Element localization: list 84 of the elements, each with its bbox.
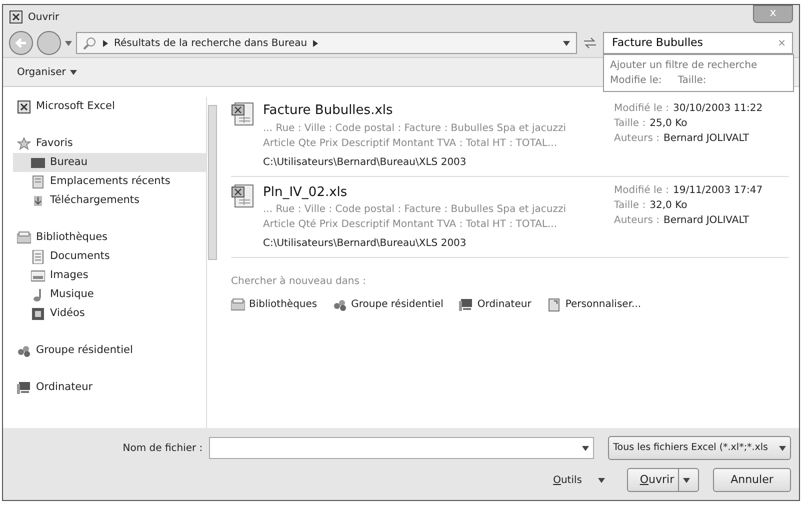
- organize-menu[interactable]: Organiser: [17, 64, 77, 80]
- meta-value: 19/11/2003 17:47: [672, 184, 763, 198]
- filetype-dropdown[interactable]: Tous les fichiers Excel (*.xl*;*.xls: [608, 436, 791, 460]
- snippet-text: ... Rue : Ville : Code postal : Facture : Bubulles Spa et jacuzzi: [263, 203, 566, 217]
- excel-icon: [9, 10, 23, 24]
- breadcrumb[interactable]: Résultats de la recherche dans Bureau: [114, 36, 308, 50]
- window-title: Ouvrir: [28, 10, 60, 24]
- back-arrow-icon: [14, 37, 28, 49]
- meta-value: Bernard JOLIVALT: [663, 132, 750, 146]
- sidebar-item[interactable]: Ordinateur: [13, 378, 206, 397]
- search-icon: [83, 36, 97, 50]
- meta-label: Auteurs :: [614, 214, 660, 228]
- excel-icon: [17, 100, 31, 114]
- caret-icon[interactable]: [779, 446, 786, 450]
- star-icon: [17, 136, 31, 150]
- sidebar-item[interactable]: Images: [13, 266, 206, 285]
- document-icon: [31, 250, 45, 264]
- sidebar-item[interactable]: Groupe résidentiel: [13, 341, 206, 360]
- search-filter-link[interactable]: Modifie le:: [610, 73, 662, 88]
- desktop-icon: [31, 156, 45, 170]
- filename-label: Nom de fichier :: [122, 442, 203, 454]
- meta-value: 30/10/2003 11:22: [672, 102, 763, 116]
- sidebar-item[interactable]: Favoris: [13, 134, 206, 153]
- file-path: C:\Utilisateurs\Bernard\Bureau\XLS 2003: [263, 237, 468, 251]
- caret-icon[interactable]: [582, 446, 590, 450]
- cancel-button[interactable]: Annuler: [713, 468, 791, 492]
- search-location-link[interactable]: Personnaliser...: [547, 297, 642, 312]
- computer-icon: [17, 380, 31, 394]
- search-location-link[interactable]: Bibliothèques: [231, 297, 318, 312]
- forward-button[interactable]: [37, 31, 61, 55]
- sidebar-item[interactable]: Microsoft Excel: [13, 97, 206, 116]
- sidebar-item[interactable]: Emplacements récents: [13, 172, 206, 191]
- sidebar-item[interactable]: Bibliothèques: [13, 228, 206, 247]
- file-name: Pln_IV_02.xls: [263, 184, 348, 202]
- dropdown-icon[interactable]: [65, 40, 72, 46]
- meta-label: Auteurs :: [614, 132, 660, 146]
- caret-icon[interactable]: [598, 478, 605, 482]
- breadcrumb-arrow-icon[interactable]: [313, 40, 318, 46]
- search-again-label: Chercher à nouveau dans :: [231, 275, 368, 289]
- spreadsheet-file-icon: [231, 101, 255, 127]
- meta-value: 25,0 Ko: [650, 117, 688, 131]
- scrollbar[interactable]: [206, 97, 217, 428]
- meta-label: Modifié le :: [614, 184, 669, 198]
- folder-icon: [547, 298, 562, 312]
- caret-icon[interactable]: [70, 70, 77, 74]
- meta-label: Modifié le :: [614, 102, 669, 116]
- recent-places-icon: [31, 174, 45, 188]
- image-icon: [31, 268, 45, 282]
- search-location-link[interactable]: Groupe résidentiel: [333, 297, 444, 312]
- search-location-link[interactable]: Ordinateur: [459, 297, 532, 312]
- sidebar-item[interactable]: Téléchargements: [13, 191, 206, 210]
- search-filter-link[interactable]: Taille:: [678, 73, 706, 88]
- spreadsheet-file-icon: [231, 182, 255, 208]
- search-field[interactable]: Facture Bubulles ×: [603, 32, 793, 54]
- meta-label: Taille :: [614, 198, 646, 212]
- snippet-text: Article Qte Prix Descriptif Montant TVA : Total HT : TOTAL...: [263, 136, 558, 150]
- open-button[interactable]: Ouvrir: [627, 468, 699, 492]
- back-button[interactable]: [9, 31, 33, 55]
- file-name: Facture Bubulles.xls: [263, 102, 394, 120]
- download-icon: [31, 194, 45, 208]
- address-bar[interactable]: Résultats de la recherche dans Bureau: [76, 32, 577, 54]
- library-icon: [231, 298, 245, 312]
- computer-icon: [459, 298, 474, 312]
- caret-icon[interactable]: [563, 40, 570, 46]
- meta-label: Taille :: [614, 117, 646, 131]
- sidebar-item[interactable]: Vidéos: [13, 304, 206, 323]
- clear-icon[interactable]: ×: [778, 36, 786, 50]
- sidebar-item[interactable]: Documents: [13, 247, 206, 266]
- snippet-text: Article Qté Prix Descriptif Montant TVA : Total HT : TOTAL...: [263, 218, 558, 232]
- caret-icon[interactable]: [683, 478, 690, 482]
- library-icon: [17, 230, 31, 244]
- film-icon: [31, 306, 45, 320]
- sidebar-item[interactable]: Bureau: [13, 153, 206, 172]
- meta-value: Bernard JOLIVALT: [663, 214, 750, 228]
- search-hint: Ajouter un filtre de recherche: [610, 59, 758, 73]
- tools-menu[interactable]: Outils: [553, 472, 605, 488]
- breadcrumb-arrow-icon[interactable]: [103, 40, 108, 46]
- snippet-text: ... Rue : Ville : Code postal : Facture : Bubulles Spa et jacuzzi: [263, 122, 566, 136]
- filename-field[interactable]: [208, 437, 594, 459]
- meta-value: 32,0 Ko: [650, 198, 688, 212]
- people-icon: [333, 298, 348, 312]
- people-icon: [17, 344, 31, 358]
- sidebar-item[interactable]: Musique: [13, 285, 206, 304]
- file-path: C:\Utilisateurs\Bernard\Bureau\XLS 2003: [263, 156, 468, 170]
